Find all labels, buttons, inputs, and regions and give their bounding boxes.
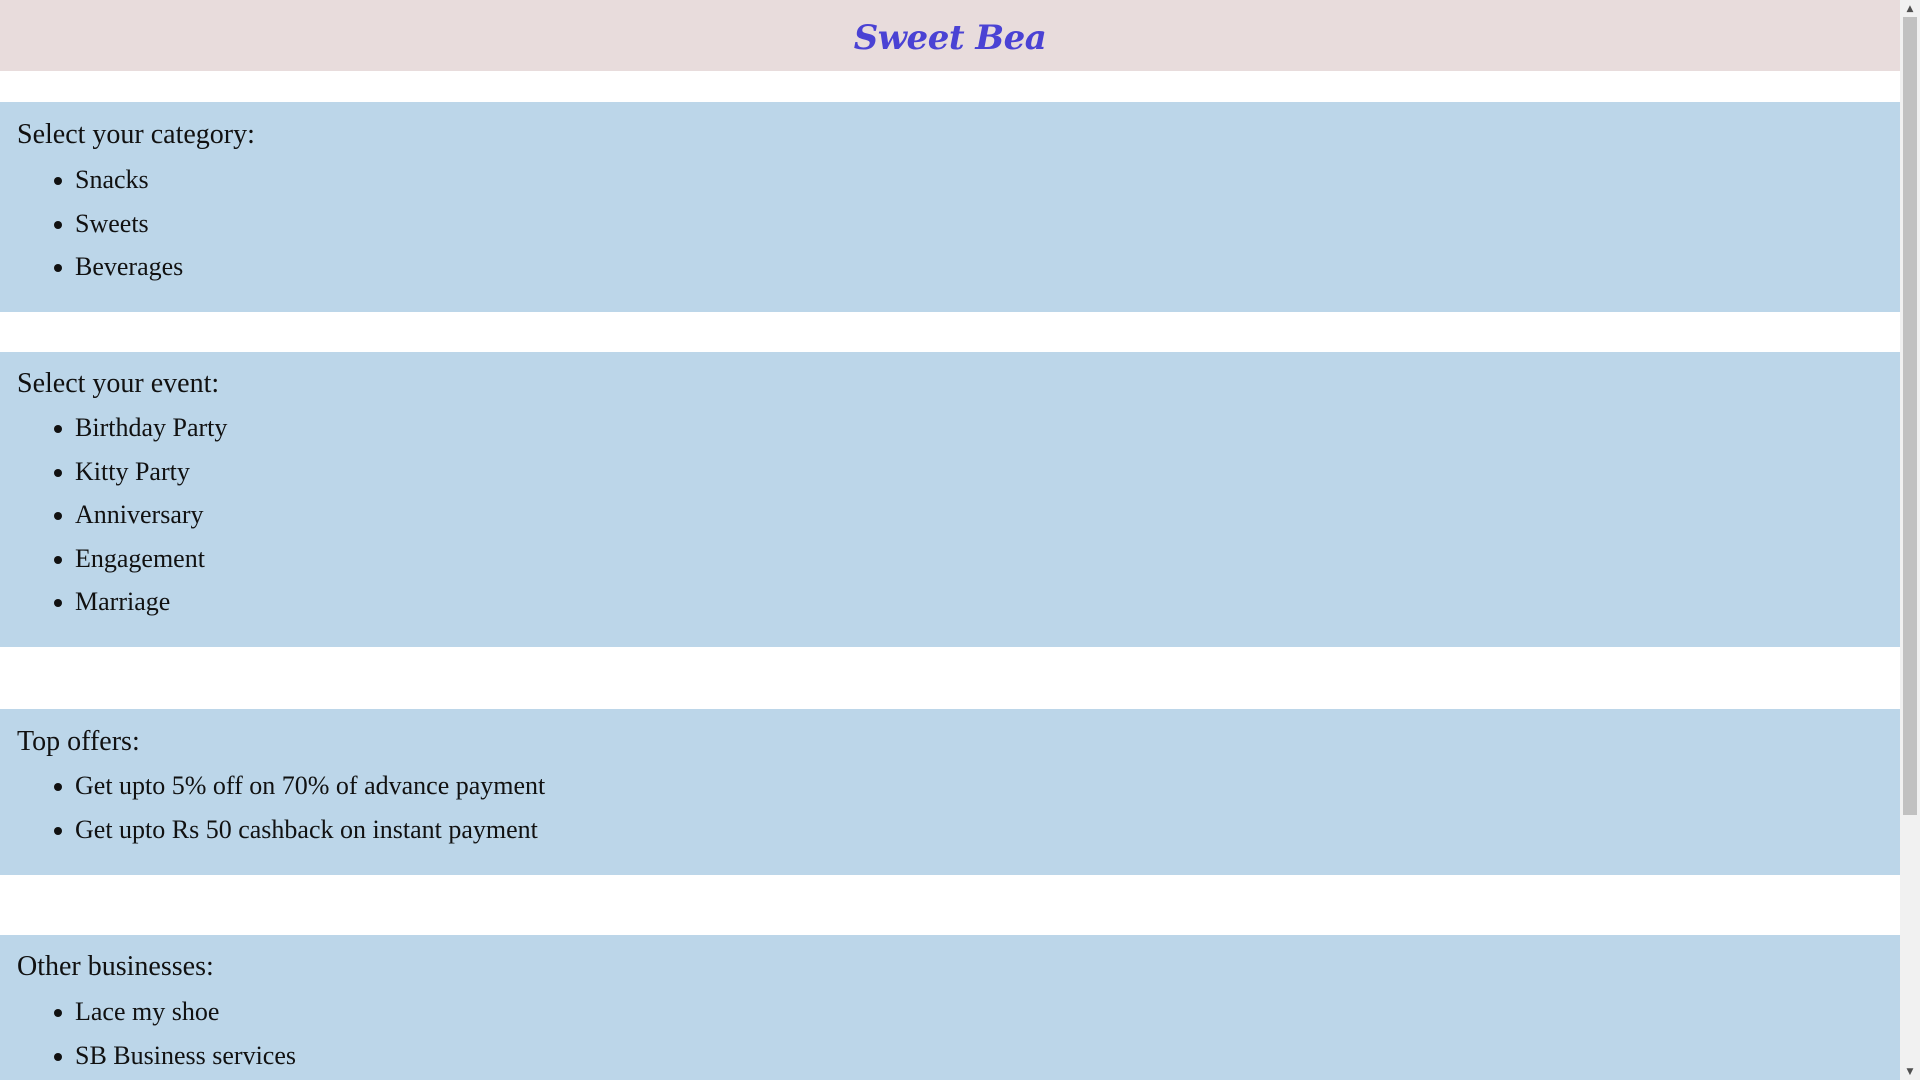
bullet-icon (54, 177, 62, 185)
event-item-label: Marriage (75, 587, 171, 616)
category-item-label: Snacks (75, 165, 149, 194)
scroll-up-arrow-icon[interactable]: ▲ (1900, 0, 1920, 17)
scroll-down-arrow-icon[interactable]: ▼ (1900, 1063, 1920, 1080)
business-item-sb-business-services[interactable]: SB Business services (0, 1040, 296, 1080)
event-item-kitty-party[interactable]: Kitty Party (0, 456, 227, 500)
brand-logo-text[interactable]: Sweet Bea (854, 14, 1047, 58)
event-item-marriage[interactable]: Marriage (0, 586, 227, 630)
scrollbar-thumb[interactable] (1903, 17, 1917, 815)
event-list: Birthday Party Kitty Party Anniversary E… (0, 412, 227, 630)
category-item-label: Beverages (75, 252, 184, 281)
business-item-lace-my-shoe[interactable]: Lace my shoe (0, 996, 296, 1040)
bullet-icon (54, 264, 62, 272)
offer-item-label: Get upto 5% off on 70% of advance paymen… (75, 771, 546, 800)
page: Sweet Bea Select your category: Snacks S… (0, 0, 1920, 1080)
bullet-icon (54, 555, 62, 564)
category-item-snacks[interactable]: Snacks (0, 164, 183, 208)
category-item-label: Sweets (75, 208, 149, 238)
offer-item[interactable]: Get upto Rs 50 cashback on instant payme… (0, 814, 545, 858)
bullet-icon (54, 826, 62, 835)
event-item-label: Kitty Party (75, 456, 190, 486)
offer-item-label: Get upto Rs 50 cashback on instant payme… (75, 814, 538, 844)
event-heading: Select your event: (17, 368, 220, 399)
bullet-icon (54, 468, 62, 477)
event-item-label: Engagement (75, 543, 205, 573)
bullet-icon (54, 512, 62, 520)
category-heading: Select your category: (17, 119, 255, 150)
category-section: Select your category: Snacks Sweets Beve… (0, 102, 1900, 312)
offers-list: Get upto 5% off on 70% of advance paymen… (0, 770, 545, 857)
businesses-section: Other businesses: Lace my shoe SB Busine… (0, 935, 1900, 1080)
offers-section: Top offers: Get upto 5% off on 70% of ad… (0, 709, 1900, 875)
page-viewport: Sweet Bea Select your category: Snacks S… (0, 0, 1900, 1080)
offers-heading: Top offers: (17, 726, 140, 757)
offer-item[interactable]: Get upto 5% off on 70% of advance paymen… (0, 770, 545, 814)
event-item-engagement[interactable]: Engagement (0, 543, 227, 587)
event-item-label: Birthday Party (75, 413, 228, 442)
businesses-list: Lace my shoe SB Business services (0, 996, 296, 1080)
business-item-label: SB Business services (75, 1040, 296, 1070)
event-section: Select your event: Birthday Party Kitty … (0, 352, 1900, 647)
bullet-icon (54, 1009, 62, 1017)
bullet-icon (54, 1052, 62, 1061)
event-item-label: Anniversary (75, 500, 204, 529)
category-item-sweets[interactable]: Sweets (0, 208, 183, 252)
site-header: Sweet Bea (0, 0, 1900, 71)
category-item-beverages[interactable]: Beverages (0, 251, 183, 295)
bullet-icon (54, 425, 62, 433)
business-item-label: Lace my shoe (75, 997, 220, 1026)
bullet-icon (54, 599, 62, 607)
bullet-icon (54, 783, 62, 791)
category-list: Snacks Sweets Beverages (0, 164, 183, 295)
vertical-scrollbar[interactable]: ▲ ▼ (1900, 0, 1920, 1080)
event-item-birthday-party[interactable]: Birthday Party (0, 412, 227, 456)
bullet-icon (54, 220, 62, 229)
event-item-anniversary[interactable]: Anniversary (0, 499, 227, 543)
businesses-heading: Other businesses: (17, 951, 214, 982)
